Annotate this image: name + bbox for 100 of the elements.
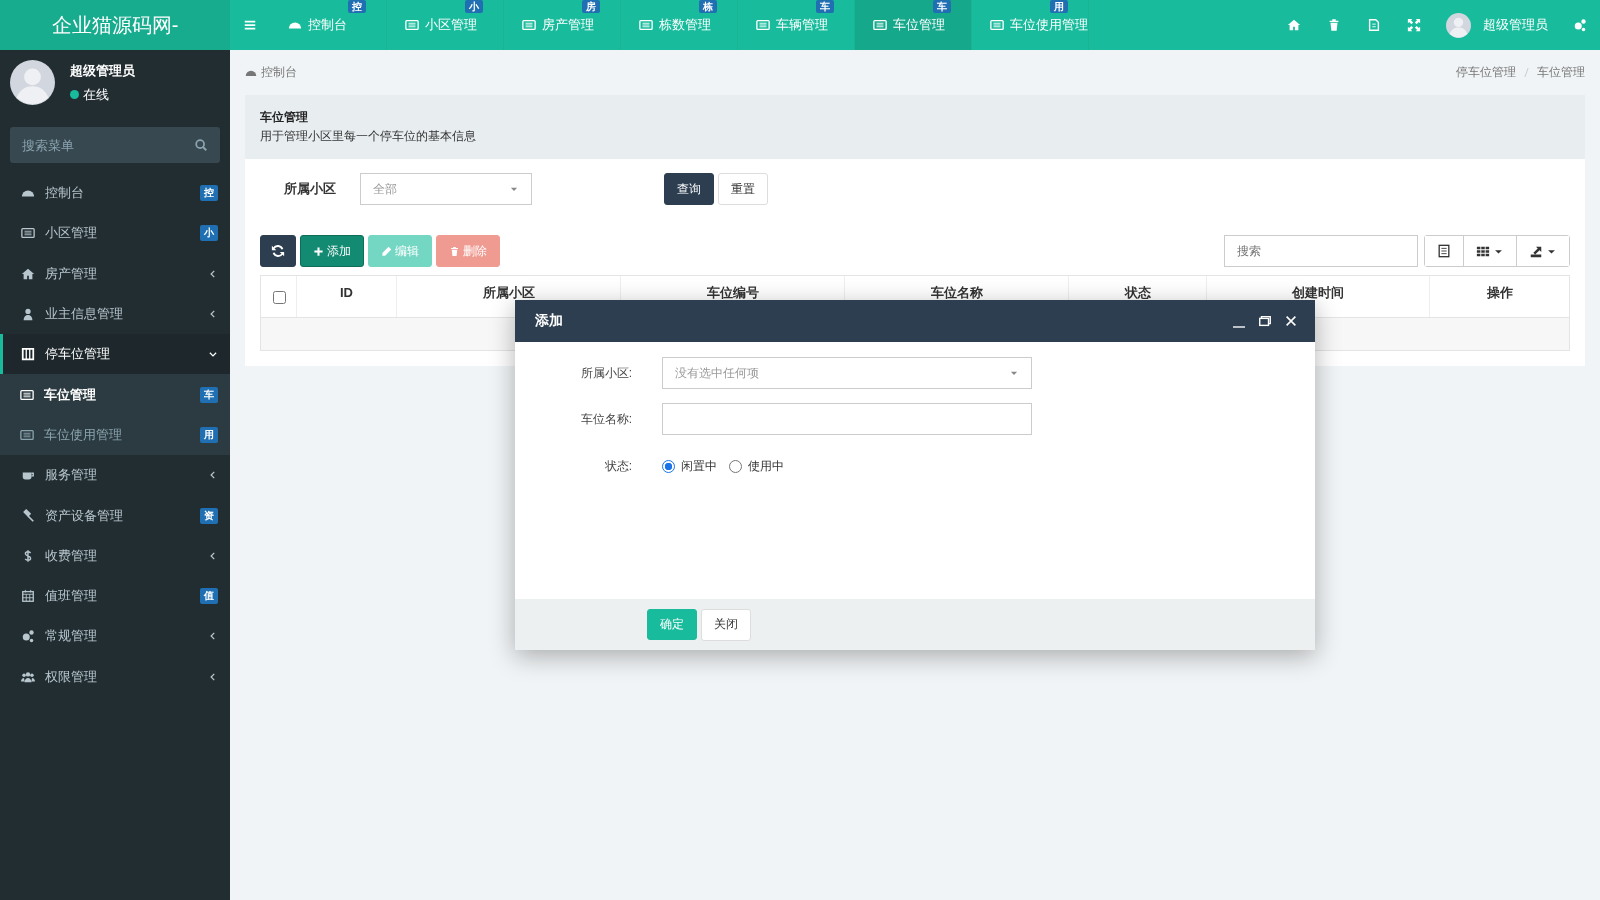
nav-tab-label: 栋数管理 [659, 16, 711, 34]
person-icon [21, 307, 35, 322]
add-button[interactable]: 添加 [300, 235, 364, 267]
sidebar-item[interactable]: 值班管理 值 [0, 575, 230, 617]
sidebar-item-label: 常规管理 [45, 627, 98, 646]
house-icon [21, 266, 35, 281]
sidebar-item-label: 车位管理 [44, 385, 97, 404]
sidebar-item-label: 服务管理 [45, 466, 98, 485]
sidebar-item[interactable]: 房产管理 [0, 253, 230, 294]
minimize-icon [1233, 326, 1245, 328]
list-icon [756, 18, 770, 32]
sidebar-subitem[interactable]: 车位管理 车 [0, 374, 230, 415]
grid-icon [1476, 244, 1490, 258]
menu-badge: 控 [200, 185, 218, 202]
status-text: 在线 [83, 85, 109, 104]
plus-icon [313, 245, 324, 257]
column-header[interactable]: 操作 [1429, 276, 1569, 317]
sidebar-item-label: 资产设备管理 [45, 506, 124, 525]
nav-tab[interactable]: 小 小区管理 [387, 0, 504, 50]
filter-label: 所属小区 [283, 180, 337, 198]
nav-badge: 小 [465, 0, 483, 13]
sidebar-item[interactable]: 常规管理 [0, 616, 230, 657]
sidebar-item[interactable]: 小区管理 小 [0, 213, 230, 254]
menu-badge: 用 [200, 426, 218, 443]
expand-icon [1407, 18, 1421, 32]
select-all-checkbox[interactable] [272, 291, 286, 304]
radio-label[interactable]: 闲置中 [681, 457, 717, 475]
sidebar-item-label: 房产管理 [45, 264, 98, 283]
menu-badge: 值 [200, 588, 218, 605]
nav-tab-label: 控制台 [308, 16, 347, 34]
breadcrumb-link[interactable]: 车位管理 [1537, 64, 1585, 81]
sidebar-item[interactable]: 收费管理 [0, 535, 230, 576]
nav-tab[interactable]: 用 车位使用管理 [972, 0, 1089, 50]
pencil-icon [381, 245, 392, 257]
nav-badge: 栋 [699, 0, 717, 13]
nav-badge: 控 [348, 0, 366, 13]
panel-title: 车位管理 [260, 109, 309, 126]
sidebar-item[interactable]: 资产设备管理 资 [0, 495, 230, 536]
panel-description: 用于管理小区里每一个停车位的基本信息 [260, 128, 477, 145]
field-label: 所属小区: [579, 364, 632, 382]
trash-icon [449, 245, 460, 257]
nav-tab[interactable]: 车 车位管理 [855, 0, 972, 50]
nav-tab[interactable]: 栋 栋数管理 [621, 0, 738, 50]
document-icon [1367, 18, 1381, 32]
search-icon [194, 138, 208, 152]
brand-title: 企业猫源码网- [0, 0, 230, 50]
sidebar-item-label: 业主信息管理 [45, 305, 124, 324]
reset-button[interactable]: 重置 [718, 173, 768, 205]
export-icon [1529, 244, 1543, 258]
sidebar-item-label: 权限管理 [45, 667, 98, 686]
avatar-icon [10, 60, 55, 105]
sidebar-item[interactable]: 权限管理 [0, 656, 230, 697]
field-label: 状态: [603, 457, 632, 475]
list-icon [21, 226, 35, 241]
sidebar-item-label: 小区管理 [45, 224, 98, 243]
trash-icon [1327, 18, 1341, 32]
query-button[interactable]: 查询 [664, 173, 714, 205]
film-icon [21, 347, 35, 362]
breadcrumb-link[interactable]: 停车位管理 [1456, 64, 1516, 81]
calendar-icon [21, 589, 35, 604]
export-button[interactable] [1516, 236, 1569, 266]
sidebar-item-label: 收费管理 [45, 546, 98, 565]
nav-tab-label: 车位使用管理 [1010, 16, 1088, 34]
menu-badge: 资 [200, 507, 218, 524]
sidebar-item-label: 值班管理 [45, 587, 98, 606]
sidebar-item-label: 车位使用管理 [44, 425, 123, 444]
search-field[interactable]: 搜索 [1224, 235, 1418, 267]
radio-button[interactable] [729, 459, 742, 473]
list-icon [639, 18, 653, 32]
online-dot [70, 90, 79, 99]
refresh-button[interactable] [260, 235, 296, 267]
menu-badge: 小 [200, 225, 218, 242]
sidebar-item[interactable]: 业主信息管理 [0, 293, 230, 335]
user-name: 超级管理员 [70, 61, 135, 80]
nav-tab[interactable]: 房 房产管理 [504, 0, 621, 50]
input-field[interactable] [662, 403, 1032, 435]
people-icon [21, 669, 35, 684]
sidebar-subitem[interactable]: 车位使用管理 用 [0, 414, 230, 456]
close-button[interactable]: 关闭 [701, 608, 751, 641]
nav-tab-label: 小区管理 [425, 16, 477, 34]
nav-tab-label: 房产管理 [542, 16, 594, 34]
breadcrumb-link[interactable]: 控制台 [261, 64, 297, 81]
menu-badge: 车 [200, 386, 218, 403]
nav-badge: 车 [933, 0, 951, 13]
column-header[interactable]: ID [296, 276, 396, 317]
restore-icon [1258, 314, 1272, 328]
list-icon [873, 18, 887, 32]
radio-label[interactable]: 使用中 [748, 457, 784, 475]
nav-tab[interactable]: 控 控制台 [270, 0, 387, 50]
sidebar-item[interactable]: 控制台 控 [0, 173, 230, 214]
nav-tab-label: 车辆管理 [776, 16, 828, 34]
search-field[interactable]: 搜索菜单 [10, 127, 220, 163]
list-icon [20, 427, 34, 442]
list-icon [20, 387, 34, 402]
list-icon [990, 18, 1004, 32]
sidebar-item[interactable]: 服务管理 [0, 455, 230, 496]
sidebar-item[interactable]: 停车位管理 [0, 334, 230, 375]
radio-button[interactable] [662, 459, 675, 473]
list-icon [405, 18, 419, 32]
menu-icon [243, 18, 257, 32]
